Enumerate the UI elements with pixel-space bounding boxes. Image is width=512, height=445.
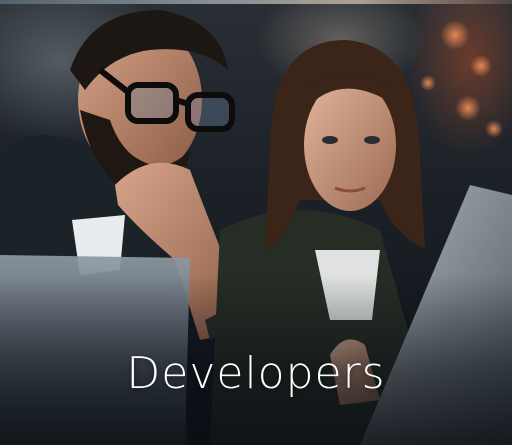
developers-card[interactable]: Developers [0,0,512,445]
card-title: Developers [126,348,386,399]
